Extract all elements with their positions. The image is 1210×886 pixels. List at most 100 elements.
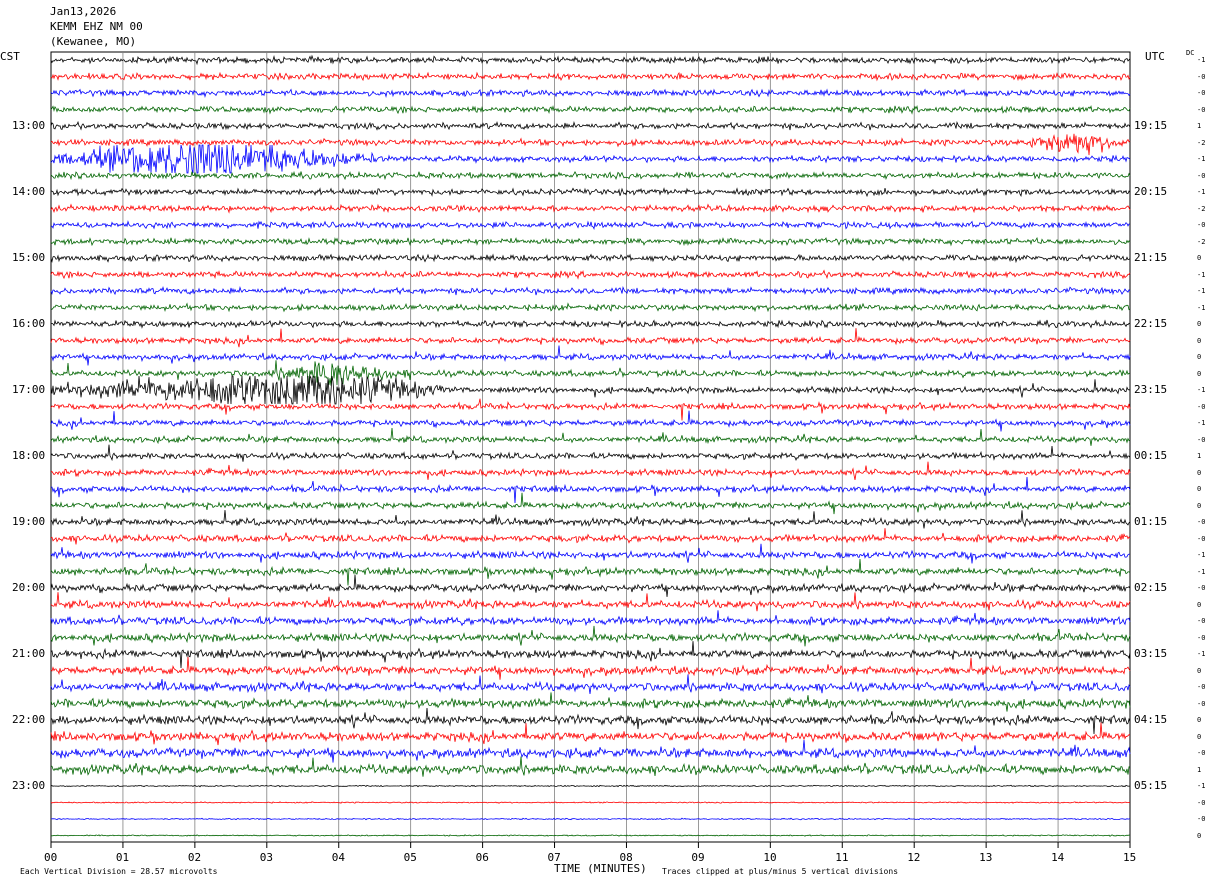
seismic-trace: [50, 444, 1131, 462]
dc-offset-label: 0: [1197, 353, 1202, 361]
left-hour-label: 13:00: [12, 119, 46, 132]
seismic-trace: [50, 398, 1131, 421]
x-tick-label: 15: [1123, 851, 1137, 864]
x-tick-label: 00: [44, 851, 58, 864]
dc-offset-label: -1: [1197, 155, 1206, 163]
right-hour-label: 02:15: [1134, 581, 1168, 594]
dc-offset-label: -0: [1197, 435, 1206, 444]
seismic-trace: [50, 641, 1131, 669]
seismic-trace: [50, 203, 1131, 214]
left-hour-label: 18:00: [12, 449, 46, 462]
seismic-trace: [50, 427, 1131, 446]
seismic-trace: [50, 784, 1130, 788]
seismic-trace: [50, 692, 1131, 712]
seismic-trace: [50, 54, 1131, 66]
seismic-trace: [50, 510, 1131, 529]
x-tick-label: 12: [907, 851, 921, 864]
dc-offset-label: -0: [1197, 402, 1206, 411]
dc-offset-label: 0: [1197, 369, 1202, 378]
seismic-trace: [50, 543, 1130, 564]
left-hour-label: 17:00: [12, 383, 46, 396]
dc-offset-label: -0: [1197, 89, 1206, 97]
seismic-trace: [50, 756, 1131, 777]
dc-offset-label: 0: [1197, 732, 1202, 741]
dc-offset-label: 0: [1197, 831, 1202, 840]
seismic-trace: [50, 625, 1131, 647]
seismic-trace: [50, 528, 1131, 545]
dc-offset-label: -0: [1197, 584, 1206, 592]
dc-offset-label: -2: [1197, 237, 1206, 246]
dc-offset-label: 0: [1197, 320, 1202, 328]
seismic-trace: [50, 461, 1131, 480]
seismic-trace: [50, 220, 1130, 230]
x-tick-label: 01: [115, 851, 130, 864]
seismic-trace: [50, 707, 1131, 735]
left-hour-label: 22:00: [12, 713, 46, 726]
dc-offset-label: 0: [1197, 666, 1202, 675]
seismic-trace: [51, 817, 1131, 821]
dc-offset-label: -0: [1197, 699, 1206, 708]
seismic-trace: [50, 610, 1131, 627]
x-tick-label: 10: [763, 851, 777, 864]
dc-offset-label: -1: [1197, 56, 1206, 64]
dc-offset-label: -1: [1197, 386, 1206, 394]
dc-offset-label: -0: [1197, 617, 1206, 625]
dc-offset-label: 1: [1197, 122, 1202, 130]
scale-note: Each Vertical Division = 28.57 microvolt…: [20, 867, 217, 876]
right-hour-label: 20:15: [1134, 185, 1168, 198]
x-tick-label: 14: [1051, 851, 1065, 864]
dc-offset-label: -1: [1197, 270, 1206, 279]
dc-offset-label: 1: [1197, 765, 1202, 774]
right-hour-label: 05:15: [1134, 779, 1168, 792]
left-hour-label: 16:00: [12, 317, 46, 330]
scale-label: Each Vertical Division =: [20, 867, 136, 876]
right-hour-label: 22:15: [1134, 317, 1168, 330]
right-hour-label: 21:15: [1134, 251, 1168, 264]
x-tick-label: 11: [835, 851, 849, 864]
seismic-trace: [50, 722, 1131, 746]
dc-offset-label: -2: [1197, 138, 1206, 147]
seismic-trace: [50, 71, 1131, 82]
seismic-trace: [50, 558, 1131, 586]
right-hour-label: 01:15: [1134, 515, 1168, 528]
seismic-trace: [50, 104, 1131, 115]
scale-value: 28.57 microvolts: [140, 867, 218, 876]
seismic-trace: [50, 801, 1131, 804]
dc-offset-label: -1: [1197, 188, 1206, 196]
left-hour-label: 20:00: [12, 581, 46, 594]
left-hour-label: 23:00: [12, 779, 46, 792]
dc-offset-label: 0: [1197, 254, 1202, 262]
seismic-trace: [50, 302, 1131, 313]
dc-offset-label: -2: [1197, 204, 1206, 213]
x-tick-label: 02: [187, 851, 202, 864]
x-tick-label: 09: [691, 851, 705, 864]
left-hour-label: 14:00: [12, 185, 46, 198]
seismic-trace: [51, 319, 1131, 329]
seismic-trace: [50, 574, 1131, 597]
left-hour-label: 15:00: [12, 251, 46, 264]
dc-offset-label: 0: [1197, 716, 1202, 724]
plot-frame: [50, 51, 1131, 843]
seismic-trace: [50, 328, 1131, 348]
dc-offset-label: -0: [1197, 749, 1206, 757]
seismic-trace: [50, 144, 1131, 174]
seismic-trace: [50, 592, 1131, 612]
seismic-trace: [50, 345, 1131, 366]
seismic-trace: [50, 88, 1131, 99]
dc-offset-label: -0: [1197, 72, 1206, 81]
dc-offset-label: -0: [1197, 171, 1206, 180]
right-hour-label: 19:15: [1134, 119, 1168, 132]
dc-offset-label: -1: [1197, 650, 1206, 658]
dc-offset-label: -1: [1197, 551, 1206, 559]
dc-offset-label: -1: [1197, 303, 1206, 312]
seismic-trace: [50, 120, 1131, 131]
seismic-trace: [50, 374, 1131, 405]
dc-offset-label: -0: [1197, 798, 1206, 807]
dc-offset-label: -1: [1197, 782, 1206, 790]
x-tick-label: 06: [475, 851, 489, 864]
dc-offset-label: -0: [1197, 518, 1206, 526]
dc-offset-label: -0: [1197, 633, 1206, 642]
x-tick-label: 04: [331, 851, 345, 864]
seismic-trace: [50, 739, 1131, 763]
dc-offset-label: -0: [1197, 683, 1206, 691]
